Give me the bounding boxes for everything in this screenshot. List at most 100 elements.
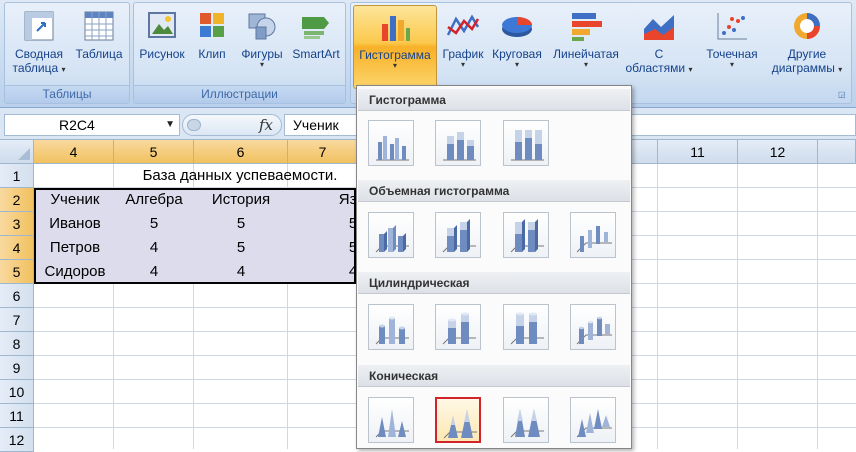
linear-dropdown-icon: ▾ [583,60,588,69]
group-tables-label: Таблицы [5,85,129,103]
row-header-8[interactable]: 8 [0,332,34,356]
pie-button[interactable]: Круговая ▾ [487,5,547,87]
area-button[interactable]: С областями ▾ [623,5,695,87]
cylinder-3d-tile[interactable] [570,304,616,350]
table-header-cell[interactable]: Ученик [36,188,114,212]
table-cell[interactable]: 4 [114,260,194,284]
table-label: Таблица [75,47,123,61]
table-cell[interactable]: Петров [36,236,114,260]
row-header-10[interactable]: 10 [0,380,34,404]
table-cell[interactable]: 4 [194,260,288,284]
cone-percent-tile[interactable] [503,397,549,443]
row-header-3[interactable]: 3 [0,212,34,236]
row-header-5[interactable]: 5 [0,260,34,284]
row-header-4[interactable]: 4 [0,236,34,260]
row-header-6[interactable]: 6 [0,284,34,308]
stacked-column-tile[interactable] [435,120,481,166]
column-header-6[interactable]: 6 [194,140,288,164]
table-cell[interactable]: Иванов [36,212,114,236]
area-label-2: областями [625,61,686,75]
group-illustrations-label: Иллюстрации [134,85,345,103]
name-box[interactable]: R2C4 ▼ [4,114,180,136]
percent-stacked-column-icon [511,130,544,161]
stacked-column-icon [443,132,476,161]
gallery-section-title: Коническая [358,365,630,387]
3d-column-icon [576,226,612,253]
cylinder-clustered-icon [375,316,409,345]
shapes-button[interactable]: Фигуры ▾ [236,5,288,87]
table-icon [81,9,117,43]
cylinder-clustered-tile[interactable] [368,304,414,350]
column-header-5[interactable]: 5 [114,140,194,164]
pie-chart-icon [499,9,535,43]
insert-function-icon[interactable]: fx [259,116,273,134]
other-label-2: диаграммы [771,61,835,75]
row-header-1[interactable]: 1 [0,164,34,188]
table-header-cell[interactable]: История [194,188,288,212]
cylinder-percent-tile[interactable] [503,304,549,350]
3d-clustered-column-icon [375,225,409,253]
gridline [657,164,658,449]
cylinder-stacked-icon [442,312,476,345]
column-header-7[interactable]: 7 [288,140,358,164]
histogram-gallery: Гистограмма Объемная гистограмма Цилиндр… [356,85,632,449]
column-header-4[interactable]: 4 [34,140,114,164]
histogram-button[interactable]: Гистограмма ▾ [353,5,437,89]
3d-clustered-column-tile[interactable] [368,212,414,258]
gallery-section-title: Цилиндрическая [358,272,630,294]
cone-clustered-tile[interactable] [368,397,414,443]
gridline [817,164,818,449]
table-cell[interactable]: 4 [114,236,194,260]
pie-dropdown-icon: ▾ [514,60,519,69]
column-header-13[interactable] [818,140,856,164]
3d-stacked-column-tile[interactable] [435,212,481,258]
table-button[interactable]: Таблица [71,5,127,87]
row-header-9[interactable]: 9 [0,356,34,380]
percent-stacked-column-tile[interactable] [503,120,549,166]
column-header-12[interactable]: 12 [738,140,818,164]
shapes-icon [244,9,280,43]
pivot-table-button[interactable]: Сводная таблица ▾ [7,5,71,87]
graph-label: График [442,47,484,61]
linear-label: Линейчатая [553,47,619,61]
3d-percent-column-icon [510,219,544,253]
table-cell[interactable]: 5 [114,212,194,236]
select-all-corner[interactable] [0,140,34,164]
cylinder-stacked-tile[interactable] [435,304,481,350]
scatter-button[interactable]: Точечная ▾ [697,5,767,87]
cone-3d-tile[interactable] [570,397,616,443]
row-header-7[interactable]: 7 [0,308,34,332]
table-cell[interactable]: 5 [194,236,288,260]
picture-button[interactable]: Рисунок [136,5,188,87]
linear-button[interactable]: Линейчатая ▾ [549,5,623,87]
cone-stacked-icon [443,410,477,439]
smartart-button[interactable]: SmartArt [288,5,344,87]
name-box-dropdown-icon[interactable]: ▼ [165,115,175,135]
gallery-section-title: Объемная гистограмма [358,180,630,202]
graph-button[interactable]: График ▾ [439,5,487,87]
3d-column-tile[interactable] [570,212,616,258]
picture-label: Рисунок [139,47,185,61]
cylinder-3d-icon [576,316,612,345]
other-charts-button[interactable]: Другие диаграммы ▾ [765,5,849,87]
cone-clustered-icon [375,409,409,438]
table-header-cell[interactable]: Алгебра [114,188,194,212]
table-cell[interactable]: Сидоров [36,260,114,284]
shapes-label: Фигуры [241,47,283,61]
clustered-column-tile[interactable] [368,120,414,166]
row-header-2[interactable]: 2 [0,188,34,212]
3d-percent-column-tile[interactable] [503,212,549,258]
table-cell[interactable]: 5 [194,212,288,236]
cone-stacked-tile[interactable] [435,397,481,443]
splitter-handle[interactable] [187,119,201,131]
dialog-launcher-icon[interactable]: ◲ [838,90,848,100]
3d-stacked-column-icon [442,219,476,253]
column-header-11[interactable]: 11 [658,140,738,164]
row-header-12[interactable]: 12 [0,428,34,452]
bar-chart-icon [568,9,604,43]
row-header-11[interactable]: 11 [0,404,34,428]
smartart-icon [298,9,334,43]
clip-button[interactable]: Клип [190,5,234,87]
graph-dropdown-icon: ▾ [460,60,465,69]
group-illustrations: Рисунок Клип Фигуры ▾ SmartArt Иллюстрац… [133,2,346,104]
